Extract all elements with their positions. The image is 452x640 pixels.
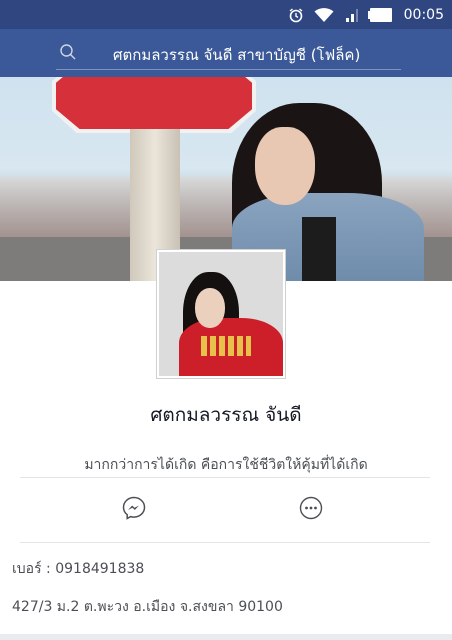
bottom-divider [0, 634, 452, 640]
header: ศตกมลวรรณ จันดี สาขาบัญชี (โฟล็ค) [0, 29, 452, 77]
profile-face [195, 288, 225, 328]
stop-sign [56, 77, 252, 129]
alarm-icon [288, 7, 304, 23]
messenger-icon[interactable] [121, 495, 147, 525]
phone-info: เบอร์ : 0918491838 [12, 561, 145, 577]
address-info: 427/3 ม.2 ต.พะวง อ.เมือง จ.สงขลา 90100 [12, 599, 283, 615]
divider [20, 477, 430, 478]
cover-person-top [302, 217, 336, 281]
profile-bio: มากกว่าการได้เกิด คือการใช้ชีวิตให้คุ้มท… [84, 457, 368, 473]
wifi-icon [314, 7, 334, 23]
search-icon[interactable] [59, 43, 77, 65]
profile-name: ศตกมลวรรณ จันดี [150, 404, 302, 426]
search-bar[interactable]: ศตกมลวรรณ จันดี สาขาบัญชี (โฟล็ค) [56, 37, 401, 70]
profile-picture[interactable] [157, 250, 285, 378]
divider [20, 542, 430, 543]
signal-icon [344, 8, 358, 22]
cover-person-face [255, 127, 315, 205]
profile-sweater-print [201, 336, 251, 356]
status-time: 00:05 [403, 6, 444, 23]
more-icon[interactable] [298, 495, 324, 525]
search-input[interactable]: ศตกมลวรรณ จันดี สาขาบัญชี (โฟล็ค) [113, 43, 360, 67]
status-bar: 00:05 [0, 0, 452, 29]
status-icons: 00:05 [288, 0, 444, 29]
battery-icon [367, 7, 392, 22]
messenger-button[interactable] [120, 496, 148, 524]
more-button[interactable] [297, 496, 325, 524]
